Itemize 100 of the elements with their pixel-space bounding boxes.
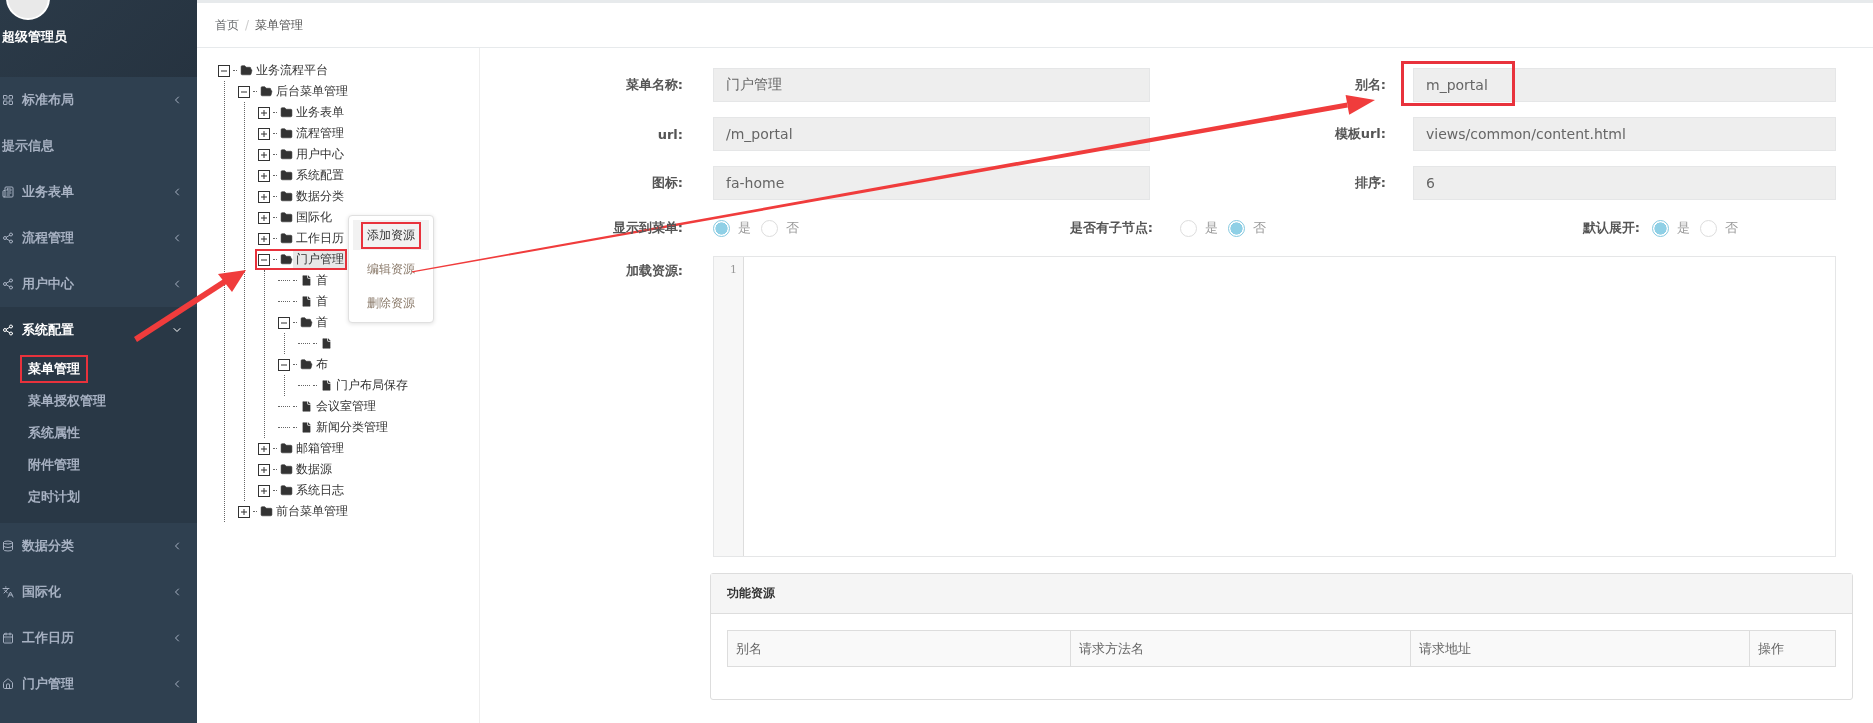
- field-label: 别名:: [1354, 76, 1386, 94]
- sidebar-item[interactable]: 提示信息: [0, 123, 197, 169]
- field-label: 是否有子节点:: [1069, 219, 1153, 237]
- tree-node-label[interactable]: 首: [316, 272, 328, 289]
- tree-node-label[interactable]: 前台菜单管理: [276, 503, 348, 520]
- tree-node-label[interactable]: 系统日志: [296, 482, 344, 499]
- expand-toggle[interactable]: [258, 232, 270, 245]
- input-field[interactable]: views/common/content.html: [1413, 117, 1836, 151]
- tree-node-label[interactable]: 门户管理: [296, 251, 344, 268]
- file-icon: [320, 337, 333, 350]
- tree-node-label[interactable]: 首: [316, 314, 328, 331]
- folder-icon: [280, 127, 293, 140]
- folder-icon: [280, 106, 293, 119]
- radio-label: 否: [786, 219, 799, 237]
- tree-node-label[interactable]: 布: [316, 356, 328, 373]
- sidebar-item[interactable]: 国际化: [0, 569, 197, 615]
- tree-node-label[interactable]: 会议室管理: [316, 398, 376, 415]
- tree-node-label[interactable]: 流程管理: [296, 125, 344, 142]
- menu-icon: [2, 278, 14, 290]
- user-name: 超级管理员: [2, 29, 67, 44]
- folder-icon: [300, 316, 313, 329]
- sidebar-item[interactable]: 用户中心: [0, 261, 197, 307]
- sidebar-item[interactable]: 标准布局: [0, 77, 197, 123]
- sidebar-item[interactable]: 业务表单: [0, 169, 197, 215]
- field-label: 默认展开:: [1582, 219, 1640, 237]
- folder-icon: [280, 484, 293, 497]
- collapse-toggle[interactable]: [238, 85, 250, 98]
- folder-icon: [280, 190, 293, 203]
- expand-toggle[interactable]: [258, 169, 270, 182]
- radio-label: 否: [1253, 219, 1266, 237]
- tree-node-label[interactable]: 门户布局保存: [336, 377, 408, 394]
- breadcrumb-item[interactable]: 首页: [215, 16, 239, 34]
- submenu-item[interactable]: 菜单管理: [20, 355, 88, 383]
- panel-title: 功能资源: [727, 585, 775, 602]
- collapse-toggle[interactable]: [258, 253, 270, 266]
- highlight-box: 添加资源: [361, 221, 421, 249]
- input-field[interactable]: m_portal: [1413, 68, 1836, 102]
- expand-toggle[interactable]: [258, 106, 270, 119]
- sidebar-item[interactable]: 工作日历: [0, 615, 197, 661]
- sidebar-item[interactable]: 数据分类: [0, 523, 197, 569]
- radio-button[interactable]: [1228, 219, 1245, 237]
- expand-toggle[interactable]: [258, 463, 270, 476]
- radio-button[interactable]: [1700, 219, 1717, 237]
- collapse-toggle[interactable]: [278, 358, 290, 371]
- sidebar-item[interactable]: 门户管理: [0, 661, 197, 707]
- column-header: 请求方法名: [1070, 631, 1410, 666]
- radio-label: 否: [1725, 219, 1738, 237]
- expand-toggle[interactable]: [258, 211, 270, 224]
- tree-node-label[interactable]: 数据源: [296, 461, 332, 478]
- submenu-item[interactable]: 定时计划: [20, 483, 88, 511]
- folder-icon: [260, 85, 273, 98]
- radio-button[interactable]: [761, 219, 778, 237]
- expand-toggle[interactable]: [238, 505, 250, 518]
- radio-button[interactable]: [713, 219, 730, 237]
- radio-label: 是: [1677, 219, 1690, 237]
- tree-node-label[interactable]: 国际化: [296, 209, 332, 226]
- input-field[interactable]: /m_portal: [713, 117, 1150, 151]
- column-header: 操作: [1749, 631, 1840, 666]
- menu-icon: [2, 186, 14, 198]
- breadcrumb-item[interactable]: 菜单管理: [255, 16, 304, 34]
- field-label: 加载资源:: [625, 262, 683, 280]
- expand-toggle[interactable]: [258, 442, 270, 455]
- input-field[interactable]: 门户管理: [713, 68, 1150, 102]
- radio-button[interactable]: [1180, 219, 1197, 237]
- folder-icon: [280, 211, 293, 224]
- tree-node-label[interactable]: 业务表单: [296, 104, 344, 121]
- expand-toggle[interactable]: [258, 127, 270, 140]
- tree-node-label[interactable]: 工作日历: [296, 230, 344, 247]
- submenu-item[interactable]: 菜单授权管理: [20, 387, 114, 415]
- sidebar-item[interactable]: 流程管理: [0, 215, 197, 261]
- collapse-toggle[interactable]: [278, 316, 290, 329]
- collapse-toggle[interactable]: [218, 64, 230, 77]
- submenu-item[interactable]: 附件管理: [20, 451, 88, 479]
- folder-icon: [280, 463, 293, 476]
- tree-node-label[interactable]: 业务流程平台: [256, 62, 328, 79]
- field-label: 模板url:: [1334, 125, 1386, 143]
- tree-node-label[interactable]: 后台菜单管理: [276, 83, 348, 100]
- context-menu-item[interactable]: 编辑资源: [353, 254, 429, 284]
- context-menu-item[interactable]: 添加资源: [353, 220, 429, 250]
- expand-toggle[interactable]: [258, 190, 270, 203]
- menu-icon: [2, 540, 14, 552]
- submenu-item[interactable]: 系统属性: [20, 419, 88, 447]
- field-label: 排序:: [1354, 174, 1386, 192]
- tree-node-label[interactable]: 邮箱管理: [296, 440, 344, 457]
- tree-node-label[interactable]: 用户中心: [296, 146, 344, 163]
- folder-icon: [280, 232, 293, 245]
- menu-icon: [2, 324, 14, 336]
- menu-icon: [2, 94, 14, 106]
- input-field[interactable]: 6: [1413, 166, 1836, 200]
- column-header: 别名: [735, 639, 763, 658]
- tree-node-label[interactable]: 系统配置: [296, 167, 344, 184]
- tree-node-label[interactable]: 数据分类: [296, 188, 344, 205]
- tree-node-label[interactable]: 新闻分类管理: [316, 419, 388, 436]
- input-field[interactable]: fa-home: [713, 166, 1150, 200]
- context-menu-item[interactable]: 删除资源: [353, 288, 429, 318]
- expand-toggle[interactable]: [258, 484, 270, 497]
- radio-button[interactable]: [1652, 219, 1669, 237]
- sidebar-item[interactable]: 系统配置: [0, 307, 197, 353]
- expand-toggle[interactable]: [258, 148, 270, 161]
- tree-node-label[interactable]: 首: [316, 293, 328, 310]
